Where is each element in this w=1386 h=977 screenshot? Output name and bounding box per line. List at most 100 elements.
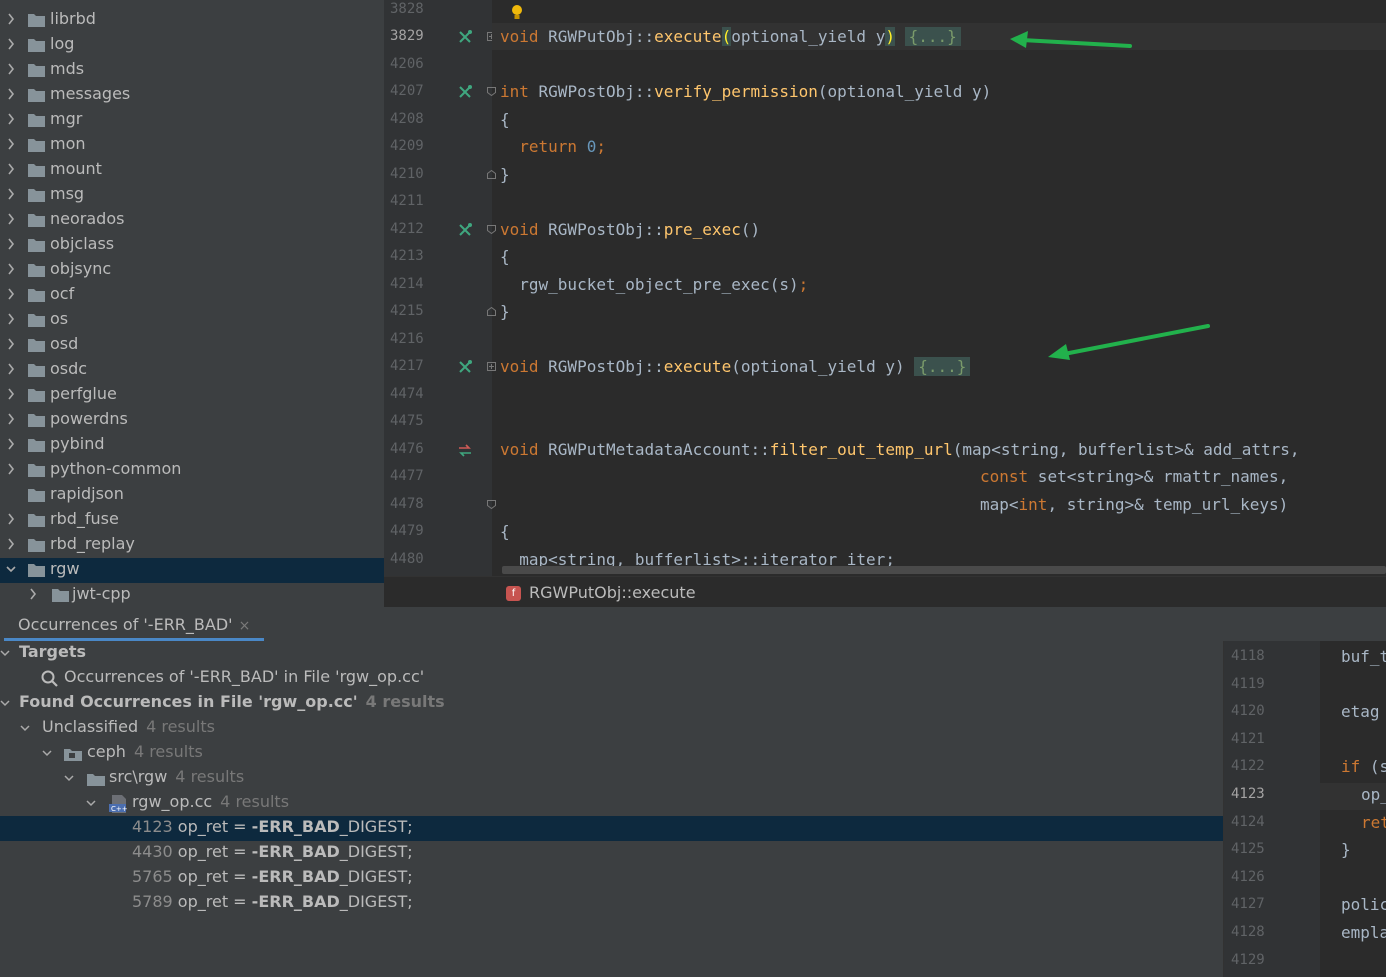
tab-occurrences[interactable]: Occurrences of '-ERR_BAD' × — [4, 615, 265, 641]
chevron-right-icon[interactable] — [6, 87, 16, 101]
targets-node[interactable]: Targets — [0, 641, 1223, 666]
code-line-4210[interactable]: } — [500, 165, 510, 184]
code-line-4213[interactable]: { — [500, 247, 510, 266]
implements-icon[interactable] — [458, 30, 472, 44]
code-line-4214[interactable]: rgw_bucket_object_pre_exec(s); — [500, 275, 808, 294]
chevron-down-icon[interactable] — [86, 797, 96, 809]
chevron-right-icon[interactable] — [6, 162, 16, 176]
tree-item-pybind[interactable]: pybind — [0, 433, 384, 458]
tree-item-mds[interactable]: mds — [0, 58, 384, 83]
implements-icon[interactable] — [458, 360, 472, 374]
chevron-right-icon[interactable] — [6, 12, 16, 26]
chevron-right-icon[interactable] — [6, 512, 16, 526]
chevron-right-icon[interactable] — [6, 112, 16, 126]
chevron-down-icon[interactable] — [64, 772, 74, 784]
chevron-right-icon[interactable] — [6, 537, 16, 551]
preview-pane[interactable]: 4118 4119 4120 4121 4122 4123 4124 4125 4126 4127… — [1223, 641, 1386, 977]
code-line-4476[interactable]: void RGWPutMetadataAccount::filter_out_t… — [500, 440, 1300, 459]
chevron-down-icon[interactable] — [0, 647, 10, 659]
code-line-4477[interactable]: const set<string>& rmattr_names, — [980, 467, 1288, 486]
tree-item-jwt-cpp[interactable]: jwt-cpp — [0, 583, 384, 607]
target-item[interactable]: Occurrences of '-ERR_BAD' in File 'rgw_o… — [0, 666, 1223, 691]
chevron-right-icon[interactable] — [6, 62, 16, 76]
fold-marker-icon[interactable] — [487, 307, 496, 316]
code-line-3829[interactable]: void RGWPutObj::execute(optional_yield y… — [500, 27, 961, 46]
tree-item-neorados[interactable]: neorados — [0, 208, 384, 233]
tree-item-os[interactable]: os — [0, 308, 384, 333]
chevron-right-icon[interactable] — [6, 37, 16, 51]
fold-marker-icon[interactable] — [487, 225, 496, 234]
close-icon[interactable]: × — [239, 618, 251, 634]
tree-item-rbd_replay[interactable]: rbd_replay — [0, 533, 384, 558]
tree-item-ocf[interactable]: ocf — [0, 283, 384, 308]
chevron-right-icon[interactable] — [6, 387, 16, 401]
code-line-4479[interactable]: { — [500, 522, 510, 541]
occurrence-row[interactable]: 5765 op_ret = -ERR_BAD_DIGEST; — [0, 866, 1223, 891]
code-line-4209[interactable]: return 0; — [500, 137, 606, 156]
chevron-right-icon[interactable] — [6, 312, 16, 326]
chevron-right-icon[interactable] — [6, 437, 16, 451]
fold-marker-icon[interactable] — [487, 500, 496, 509]
tree-item-msg[interactable]: msg — [0, 183, 384, 208]
chevron-right-icon[interactable] — [6, 412, 16, 426]
occurrence-row[interactable]: 4430 op_ret = -ERR_BAD_DIGEST; — [0, 841, 1223, 866]
unclassified-node[interactable]: Unclassified 4 results — [0, 716, 1223, 741]
chevron-right-icon[interactable] — [6, 262, 16, 276]
chevron-right-icon[interactable] — [6, 462, 16, 476]
srcrgw-node[interactable]: src\rgw 4 results — [0, 766, 1223, 791]
implements-icon[interactable] — [458, 85, 472, 99]
tree-item-osdc[interactable]: osdc — [0, 358, 384, 383]
tree-item-rapidjson[interactable]: rapidjson — [0, 483, 384, 508]
chevron-right-icon[interactable] — [6, 287, 16, 301]
tree-item-mgr[interactable]: mgr — [0, 108, 384, 133]
chevron-right-icon[interactable] — [6, 362, 16, 376]
folded-region[interactable]: {...} — [914, 357, 971, 376]
code-line-4215[interactable]: } — [500, 302, 510, 321]
found-node[interactable]: Found Occurrences in File 'rgw_op.cc' 4 r… — [0, 691, 1223, 716]
code-line-4207[interactable]: int RGWPostObj::verify_permission(option… — [500, 82, 991, 101]
tree-item-mon[interactable]: mon — [0, 133, 384, 158]
chevron-down-icon[interactable] — [20, 722, 30, 734]
chevron-right-icon[interactable] — [6, 212, 16, 226]
implements-icon[interactable] — [458, 223, 472, 237]
chevron-down-icon[interactable] — [6, 562, 16, 576]
chevron-right-icon[interactable] — [6, 337, 16, 351]
override-icon[interactable] — [458, 443, 472, 457]
occurrence-row[interactable]: 5789 op_ret = -ERR_BAD_DIGEST; — [0, 891, 1223, 916]
chevron-right-icon[interactable] — [28, 587, 38, 601]
file-node[interactable]: C++ rgw_op.cc 4 results — [0, 791, 1223, 816]
tree-item-python-common[interactable]: python-common — [0, 458, 384, 483]
occurrence-row[interactable]: 4123 op_ret = -ERR_BAD_DIGEST; — [0, 816, 1223, 841]
folded-region[interactable]: {...} — [904, 27, 961, 46]
find-results-tree[interactable]: Targets Occurrences of '-ERR_BAD' in Fil… — [0, 641, 1223, 977]
tree-item-librbd[interactable]: librbd — [0, 8, 384, 33]
chevron-right-icon[interactable] — [6, 187, 16, 201]
breadcrumb[interactable]: f RGWPutObj::execute — [384, 576, 1386, 608]
ceph-node[interactable]: ceph 4 results — [0, 741, 1223, 766]
tree-item-rgw[interactable]: rgw — [0, 558, 384, 583]
code-line-4217[interactable]: void RGWPostObj::execute(optional_yield … — [500, 357, 971, 376]
horizontal-scrollbar[interactable] — [502, 566, 1386, 574]
tree-item-osd[interactable]: osd — [0, 333, 384, 358]
chevron-right-icon[interactable] — [6, 237, 16, 251]
tree-item-perfglue[interactable]: perfglue — [0, 383, 384, 408]
tree-item-objclass[interactable]: objclass — [0, 233, 384, 258]
breadcrumb-label[interactable]: RGWPutObj::execute — [529, 583, 696, 602]
tree-item-mount[interactable]: mount — [0, 158, 384, 183]
fold-marker-icon[interactable] — [487, 362, 496, 371]
tree-item-messages[interactable]: messages — [0, 83, 384, 108]
tree-item-rbd_fuse[interactable]: rbd_fuse — [0, 508, 384, 533]
code-line-4208[interactable]: { — [500, 110, 510, 129]
code-line-4478[interactable]: map<int, string>& temp_url_keys) — [980, 495, 1288, 514]
code-editor[interactable]: 3828 3829 4206 4207 4208 4209 4210 4211 4212 4213… — [384, 0, 1386, 576]
tree-item-objsync[interactable]: objsync — [0, 258, 384, 283]
chevron-down-icon[interactable] — [42, 747, 52, 759]
chevron-down-icon[interactable] — [0, 697, 10, 709]
code-line-4212[interactable]: void RGWPostObj::pre_exec() — [500, 220, 760, 239]
tree-item-log[interactable]: log — [0, 33, 384, 58]
tree-item-powerdns[interactable]: powerdns — [0, 408, 384, 433]
fold-marker-icon[interactable] — [487, 170, 496, 179]
chevron-right-icon[interactable] — [6, 137, 16, 151]
lightbulb-icon[interactable] — [510, 4, 524, 22]
fold-marker-icon[interactable] — [487, 87, 496, 96]
